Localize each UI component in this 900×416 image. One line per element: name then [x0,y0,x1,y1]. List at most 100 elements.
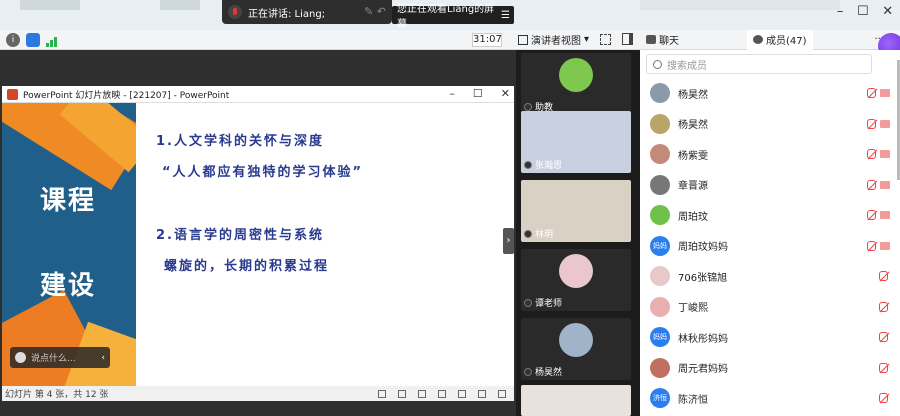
tab-members-label: 成员(47) [766,36,807,47]
video-tile[interactable]: 林玥 [521,180,631,242]
video-tile[interactable] [521,385,631,416]
member-row[interactable]: 706张锦旭 [640,261,900,291]
avatar [650,144,670,164]
member-name: 周珀玟 [678,211,708,223]
video-tile[interactable]: 张瀚恩 [521,111,631,173]
avatar [650,205,670,225]
camera-off-icon[interactable] [880,211,890,219]
avatar [650,174,670,195]
member-name: 陈济恒 [678,394,708,406]
member-row[interactable]: 济恒 陈济恒 [640,383,900,413]
ppt-minimize-icon[interactable]: – [449,87,455,100]
minimize-icon[interactable]: – [837,4,844,24]
avatar: 济恒 [650,388,670,408]
microphone-icon [524,102,532,111]
member-row[interactable]: 周珀玟 [640,200,900,230]
member-row[interactable]: 妈妈 林秋彤妈妈 [640,322,900,352]
grid-icon [518,34,528,45]
camera-off-icon[interactable] [880,89,890,97]
member-row[interactable]: 章晋源 [640,170,900,200]
sorter-view-icon[interactable] [458,389,466,398]
view-mode-label: 演讲者视图 [531,36,581,47]
video-tile[interactable]: 杨昊然 [521,318,631,380]
signal-icon[interactable] [46,33,60,47]
mic-muted-icon[interactable] [879,332,888,342]
avatar: 妈妈 [650,327,670,347]
avatar [650,113,670,134]
slideshow-view-icon[interactable] [498,389,506,398]
menu-icon[interactable]: ☰ [501,10,510,21]
mic-muted-icon[interactable] [867,240,876,251]
members-panel: 搜索成员 杨昊然 杨昊然 杨紫雯 章晋源 周珀玟 妈妈 周珀玟妈妈 706张锦旭 丁峻熙 妈妈 林秋… [640,50,900,416]
collapse-video-button[interactable]: › [503,228,514,254]
video-column: 助教 张瀚恩林玥谭老师杨昊然 [516,50,640,416]
member-name: 林秋彤妈妈 [678,333,728,345]
meeting-timer: 31:07 [472,33,502,47]
member-search-input[interactable]: 搜索成员 [646,54,872,74]
video-name-label: 林玥 [535,230,554,240]
mic-muted-icon[interactable] [867,88,876,98]
camera-off-icon[interactable] [880,180,890,189]
avatar [559,254,593,288]
annotation-tools-icon[interactable]: ✎ ↶ [364,5,386,18]
tab-chat[interactable]: 聊天 [640,30,685,50]
camera-off-icon[interactable] [880,241,890,250]
member-row[interactable]: 杨昊然 [640,109,900,139]
ppt-maximize-icon[interactable]: ☐ [473,87,483,100]
mic-muted-icon[interactable] [879,393,888,403]
video-name: 谭老师 [524,296,562,309]
member-name: 杨昊然 [678,89,708,101]
mic-muted-icon[interactable] [867,118,876,129]
view-mode-button[interactable]: 演讲者视图 ▾ [518,32,589,47]
video-tile[interactable]: 谭老师 [521,249,631,311]
mic-muted-icon[interactable] [879,301,888,312]
meeting-toolbar: i 31:07 演讲者视图 ▾ [0,30,640,50]
ppt-close-icon[interactable]: ✕ [501,87,510,100]
member-row[interactable]: 丁峻熙 [640,292,900,322]
slide-counter: 幻灯片 第 4 张，共 12 张 [5,390,109,400]
mic-muted-icon[interactable] [879,271,888,281]
chat-input[interactable]: 说点什么... ‹ [10,347,110,368]
chevron-left-icon[interactable]: ‹ [101,353,105,363]
maximize-icon[interactable]: ☐ [857,4,869,24]
ppt-statusbar: 幻灯片 第 4 张，共 12 张 [2,386,514,401]
camera-off-icon[interactable] [880,119,890,128]
member-row[interactable]: 周元君妈妈 [640,353,900,383]
background-shape [640,0,840,10]
close-icon[interactable]: ✕ [882,4,893,24]
fullscreen-icon[interactable] [600,34,611,45]
member-row[interactable]: 妈妈 周珀玟妈妈 [640,231,900,261]
background-shape [160,0,200,10]
video-name-label: 杨昊然 [535,368,563,378]
avatar [650,296,670,317]
mic-muted-icon[interactable] [867,149,876,159]
camera-off-icon[interactable] [880,150,890,158]
menu-slide-icon[interactable] [398,389,406,398]
speaking-label: 正在讲话: Liang; [248,8,326,20]
avatar [559,323,593,357]
mic-muted-icon[interactable] [867,179,876,190]
sidebar-toggle-icon[interactable] [622,33,633,45]
avatar [559,58,593,92]
member-name: 章晋源 [678,181,708,192]
info-icon[interactable]: i [6,32,20,47]
reading-view-icon[interactable] [478,389,486,398]
shield-icon[interactable] [26,32,40,47]
video-tile[interactable]: 助教 [521,53,631,115]
tab-members[interactable]: 成员(47) [747,29,813,50]
member-row[interactable]: 杨昊然 [640,78,900,108]
mic-muted-icon[interactable] [879,362,888,373]
member-row[interactable]: 杨紫雯 [640,139,900,169]
speaking-indicator: 正在讲话: Liang; ✎ ↶ [222,0,392,24]
watching-banner[interactable]: 您正在观看Liang的屏幕 ☰ [392,4,514,30]
prev-slide-icon[interactable] [378,389,386,398]
member-name: 706张锦旭 [678,272,728,284]
slide-side-word: 课程 [40,186,97,216]
ppt-window-title: PowerPoint 幻灯片放映 - [221207] - PowerPoint [23,90,230,101]
slide: 课程 建设 1.人文学科的关怀与深度 “人人都应有独特的学习体验” 2.语言学的… [2,103,514,386]
emoji-icon[interactable] [15,352,26,363]
mic-muted-icon[interactable] [867,210,876,220]
normal-view-icon[interactable] [438,389,446,398]
video-name: 杨昊然 [524,365,562,378]
next-slide-icon[interactable] [418,389,426,398]
